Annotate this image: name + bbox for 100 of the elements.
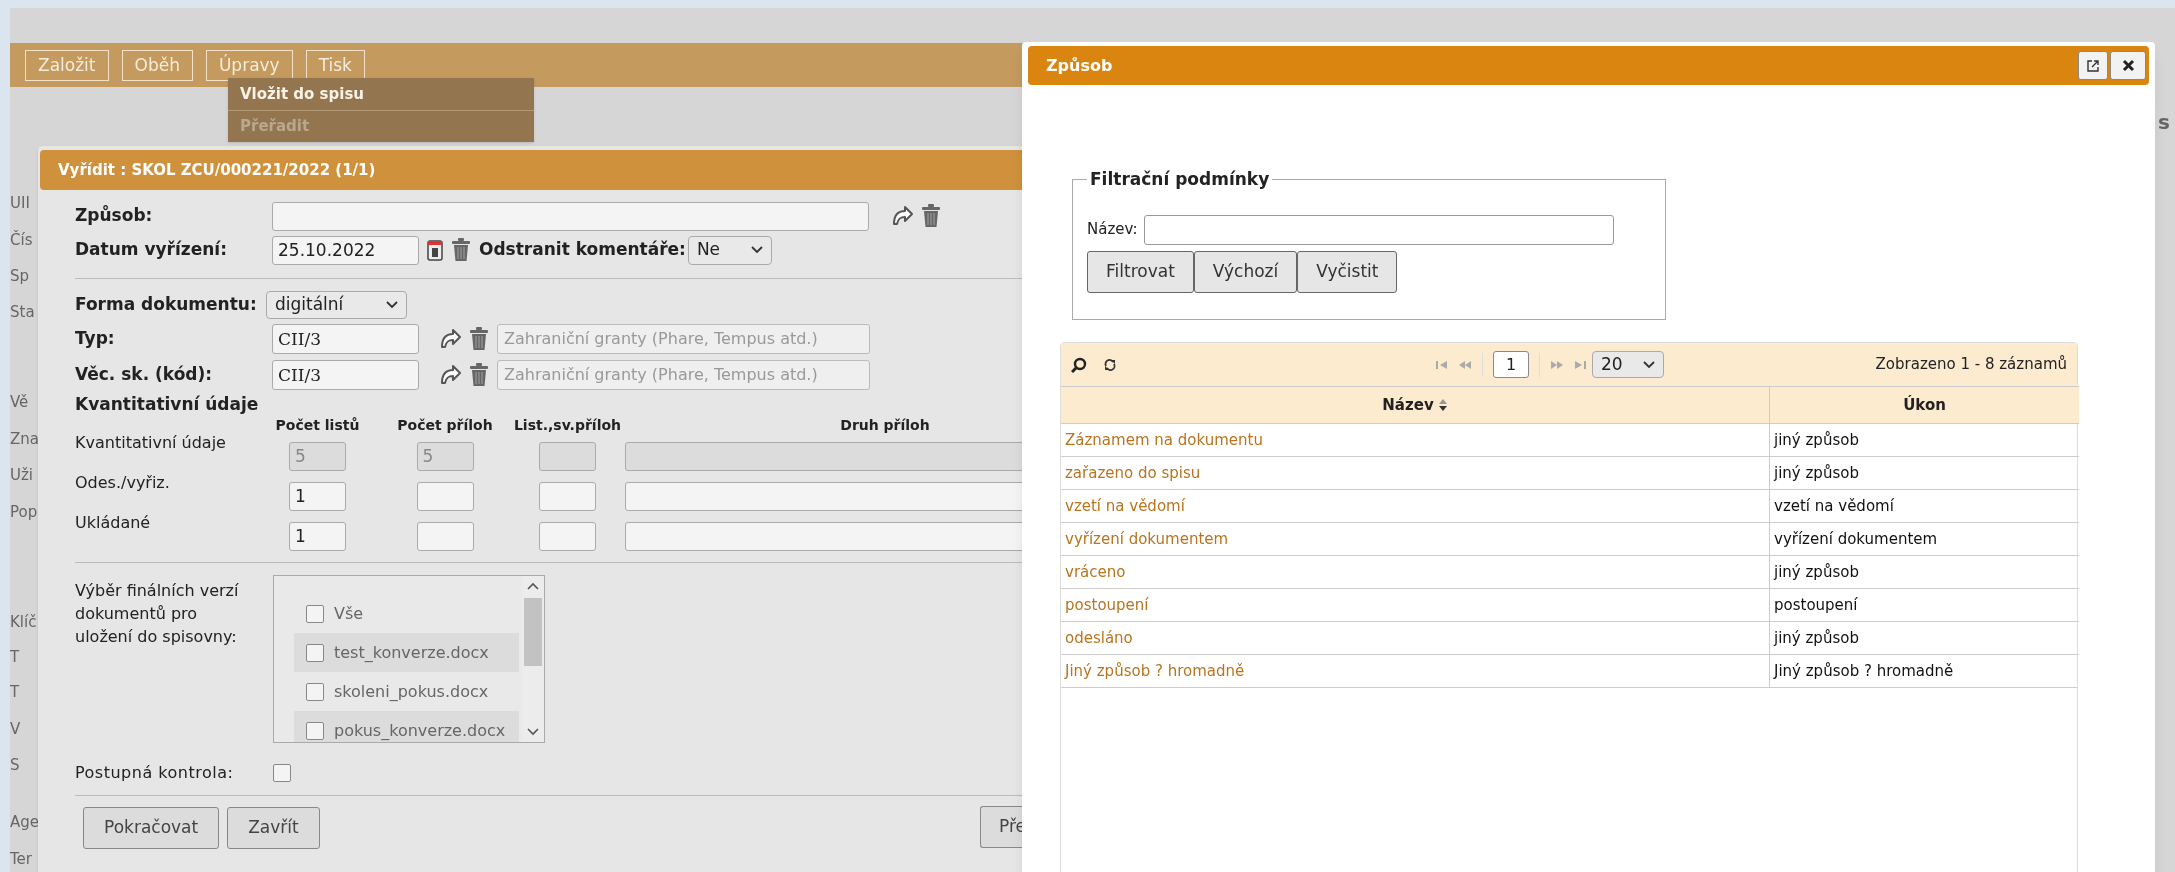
field-label: Věc. sk. (kód): bbox=[75, 363, 214, 387]
table-cell[interactable]: vyřízení dokumentem bbox=[1061, 522, 1769, 555]
field-label: Datum vyřízení: bbox=[75, 238, 228, 262]
search-icon[interactable] bbox=[1071, 356, 1087, 373]
column-header[interactable]: Úkon bbox=[1769, 386, 2079, 423]
table-cell: jiný způsob bbox=[1769, 555, 2079, 588]
row-label: Ukládané bbox=[75, 513, 152, 534]
column-header: Druh příloh bbox=[839, 416, 931, 435]
menu-item[interactable]: Vložit do spisu bbox=[228, 78, 534, 110]
sidebar-label: T bbox=[10, 685, 20, 700]
input-field[interactable] bbox=[416, 481, 474, 511]
table-cell[interactable]: vráceno bbox=[1061, 555, 1769, 588]
dropdown[interactable]: Ne bbox=[687, 235, 772, 265]
column-header[interactable]: Název bbox=[1061, 386, 1769, 423]
sidebar-label: Vě bbox=[10, 395, 29, 410]
field-label: Forma dokumentu: bbox=[75, 293, 258, 317]
table-cell[interactable]: Záznamem na dokumentu bbox=[1061, 423, 1769, 456]
page-input[interactable]: 1 bbox=[1493, 351, 1529, 378]
input-field[interactable]: 1 bbox=[289, 481, 346, 511]
table-cell[interactable]: postoupení bbox=[1061, 588, 1769, 621]
scroll-up-icon[interactable] bbox=[527, 582, 539, 590]
table-cell: jiný způsob bbox=[1769, 456, 2079, 489]
sidebar-label: Klíč bbox=[10, 615, 37, 630]
trash-icon[interactable] bbox=[921, 204, 941, 228]
section-heading: Kvantitativní údaje bbox=[75, 393, 260, 415]
popout-button[interactable] bbox=[2078, 51, 2108, 80]
trash-icon[interactable] bbox=[469, 363, 489, 387]
sidebar-label: Uži bbox=[10, 468, 34, 483]
field-label: Způsob: bbox=[75, 204, 154, 228]
input-field[interactable]: CII/3 bbox=[272, 324, 419, 354]
list-item[interactable]: Vše bbox=[294, 594, 519, 633]
table-cell[interactable]: Jiný způsob ? hromadně bbox=[1061, 654, 1769, 687]
scroll-down-icon[interactable] bbox=[527, 728, 539, 736]
sidebar-label: Age bbox=[10, 815, 39, 830]
dropdown[interactable]: 20 bbox=[1592, 351, 1664, 378]
trash-icon[interactable] bbox=[469, 327, 489, 351]
table-cell[interactable]: odesláno bbox=[1061, 621, 1769, 654]
input-field[interactable] bbox=[272, 201, 869, 231]
sidebar-label: S bbox=[10, 758, 20, 773]
table-cell: postoupení bbox=[1769, 588, 2079, 621]
checkbox[interactable] bbox=[306, 682, 324, 701]
curved-arrow-icon[interactable] bbox=[439, 364, 461, 386]
column-header: Počet příloh bbox=[396, 416, 494, 435]
close-icon[interactable] bbox=[2121, 59, 2135, 72]
column-header: List.,sv.příloh bbox=[512, 416, 623, 435]
sidebar-label: Sp bbox=[10, 269, 30, 284]
input-field[interactable]: CII/3 bbox=[272, 360, 419, 390]
chevron-down-icon[interactable] bbox=[750, 246, 763, 254]
list-item[interactable]: skoleni_pokus.docx bbox=[294, 672, 519, 711]
input-field[interactable]: 1 bbox=[289, 521, 346, 551]
input-field[interactable]: 25.10.2022 bbox=[272, 235, 419, 265]
dropdown[interactable]: digitální bbox=[266, 291, 407, 319]
curved-arrow-icon[interactable] bbox=[891, 205, 913, 227]
button[interactable]: Výchozí bbox=[1193, 250, 1298, 293]
trash-icon[interactable] bbox=[451, 238, 471, 262]
sidebar-label: Zna bbox=[10, 432, 39, 447]
input-field[interactable] bbox=[539, 521, 596, 551]
chevron-down-icon[interactable] bbox=[1643, 360, 1655, 369]
input-field[interactable] bbox=[1143, 214, 1614, 245]
column-header: Počet listů bbox=[274, 416, 361, 435]
dialog-title: Způsob bbox=[1046, 54, 1113, 77]
row-label: Kvantitativní údaje bbox=[75, 433, 227, 454]
refresh-icon[interactable] bbox=[1103, 356, 1117, 373]
label-fragment: s bbox=[2158, 112, 2170, 132]
curved-arrow-icon[interactable] bbox=[439, 328, 461, 350]
chevron-down-icon[interactable] bbox=[386, 301, 398, 309]
calendar-icon[interactable] bbox=[427, 239, 443, 261]
external-link-icon[interactable] bbox=[2087, 59, 2099, 72]
sidebar-label: UII bbox=[10, 196, 30, 211]
list-item[interactable]: pokus_konverze.docx bbox=[294, 711, 519, 742]
table-cell[interactable]: vzetí na vědomí bbox=[1061, 489, 1769, 522]
checkbox[interactable] bbox=[306, 604, 324, 623]
sidebar-label: V bbox=[10, 722, 21, 737]
input-field[interactable]: Zahraniční granty (Phare, Tempus atd.) bbox=[497, 360, 870, 390]
button[interactable]: Pokračovat bbox=[83, 807, 220, 849]
sidebar-label: Sta bbox=[10, 305, 35, 320]
button[interactable]: Zavřít bbox=[227, 807, 320, 849]
input-field[interactable] bbox=[539, 481, 596, 511]
list-box[interactable]: Vše test_konverze.docx skoleni_pokus.docx pokus_konverze.docx bbox=[273, 575, 545, 743]
table-cell[interactable]: zařazeno do spisu bbox=[1061, 456, 1769, 489]
sidebar-label: Pop bbox=[10, 505, 38, 520]
close-button[interactable] bbox=[2110, 51, 2146, 80]
table-cell: vzetí na vědomí bbox=[1769, 489, 2079, 522]
button[interactable]: Vyčistit bbox=[1297, 250, 1398, 293]
table-cell: jiný způsob bbox=[1769, 621, 2079, 654]
field-label: Název: bbox=[1087, 219, 1138, 241]
sidebar-label: T bbox=[10, 650, 20, 665]
checkbox[interactable] bbox=[306, 643, 324, 662]
checkbox[interactable] bbox=[273, 764, 291, 782]
sort-icon[interactable] bbox=[1437, 398, 1448, 412]
input-field[interactable] bbox=[416, 521, 474, 551]
field-label: Odstranit komentáře: bbox=[479, 238, 686, 262]
checkbox[interactable] bbox=[306, 721, 324, 740]
field-label: Typ: bbox=[75, 327, 116, 351]
field-label: Postupná kontrola: bbox=[75, 762, 235, 784]
button[interactable]: Filtrovat bbox=[1087, 250, 1194, 293]
table-cell: Jiný způsob ? hromadně bbox=[1769, 654, 2079, 687]
table-cell: jiný způsob bbox=[1769, 423, 2079, 456]
list-item[interactable]: test_konverze.docx bbox=[294, 633, 519, 672]
input-field[interactable]: Zahraniční granty (Phare, Tempus atd.) bbox=[497, 324, 870, 354]
